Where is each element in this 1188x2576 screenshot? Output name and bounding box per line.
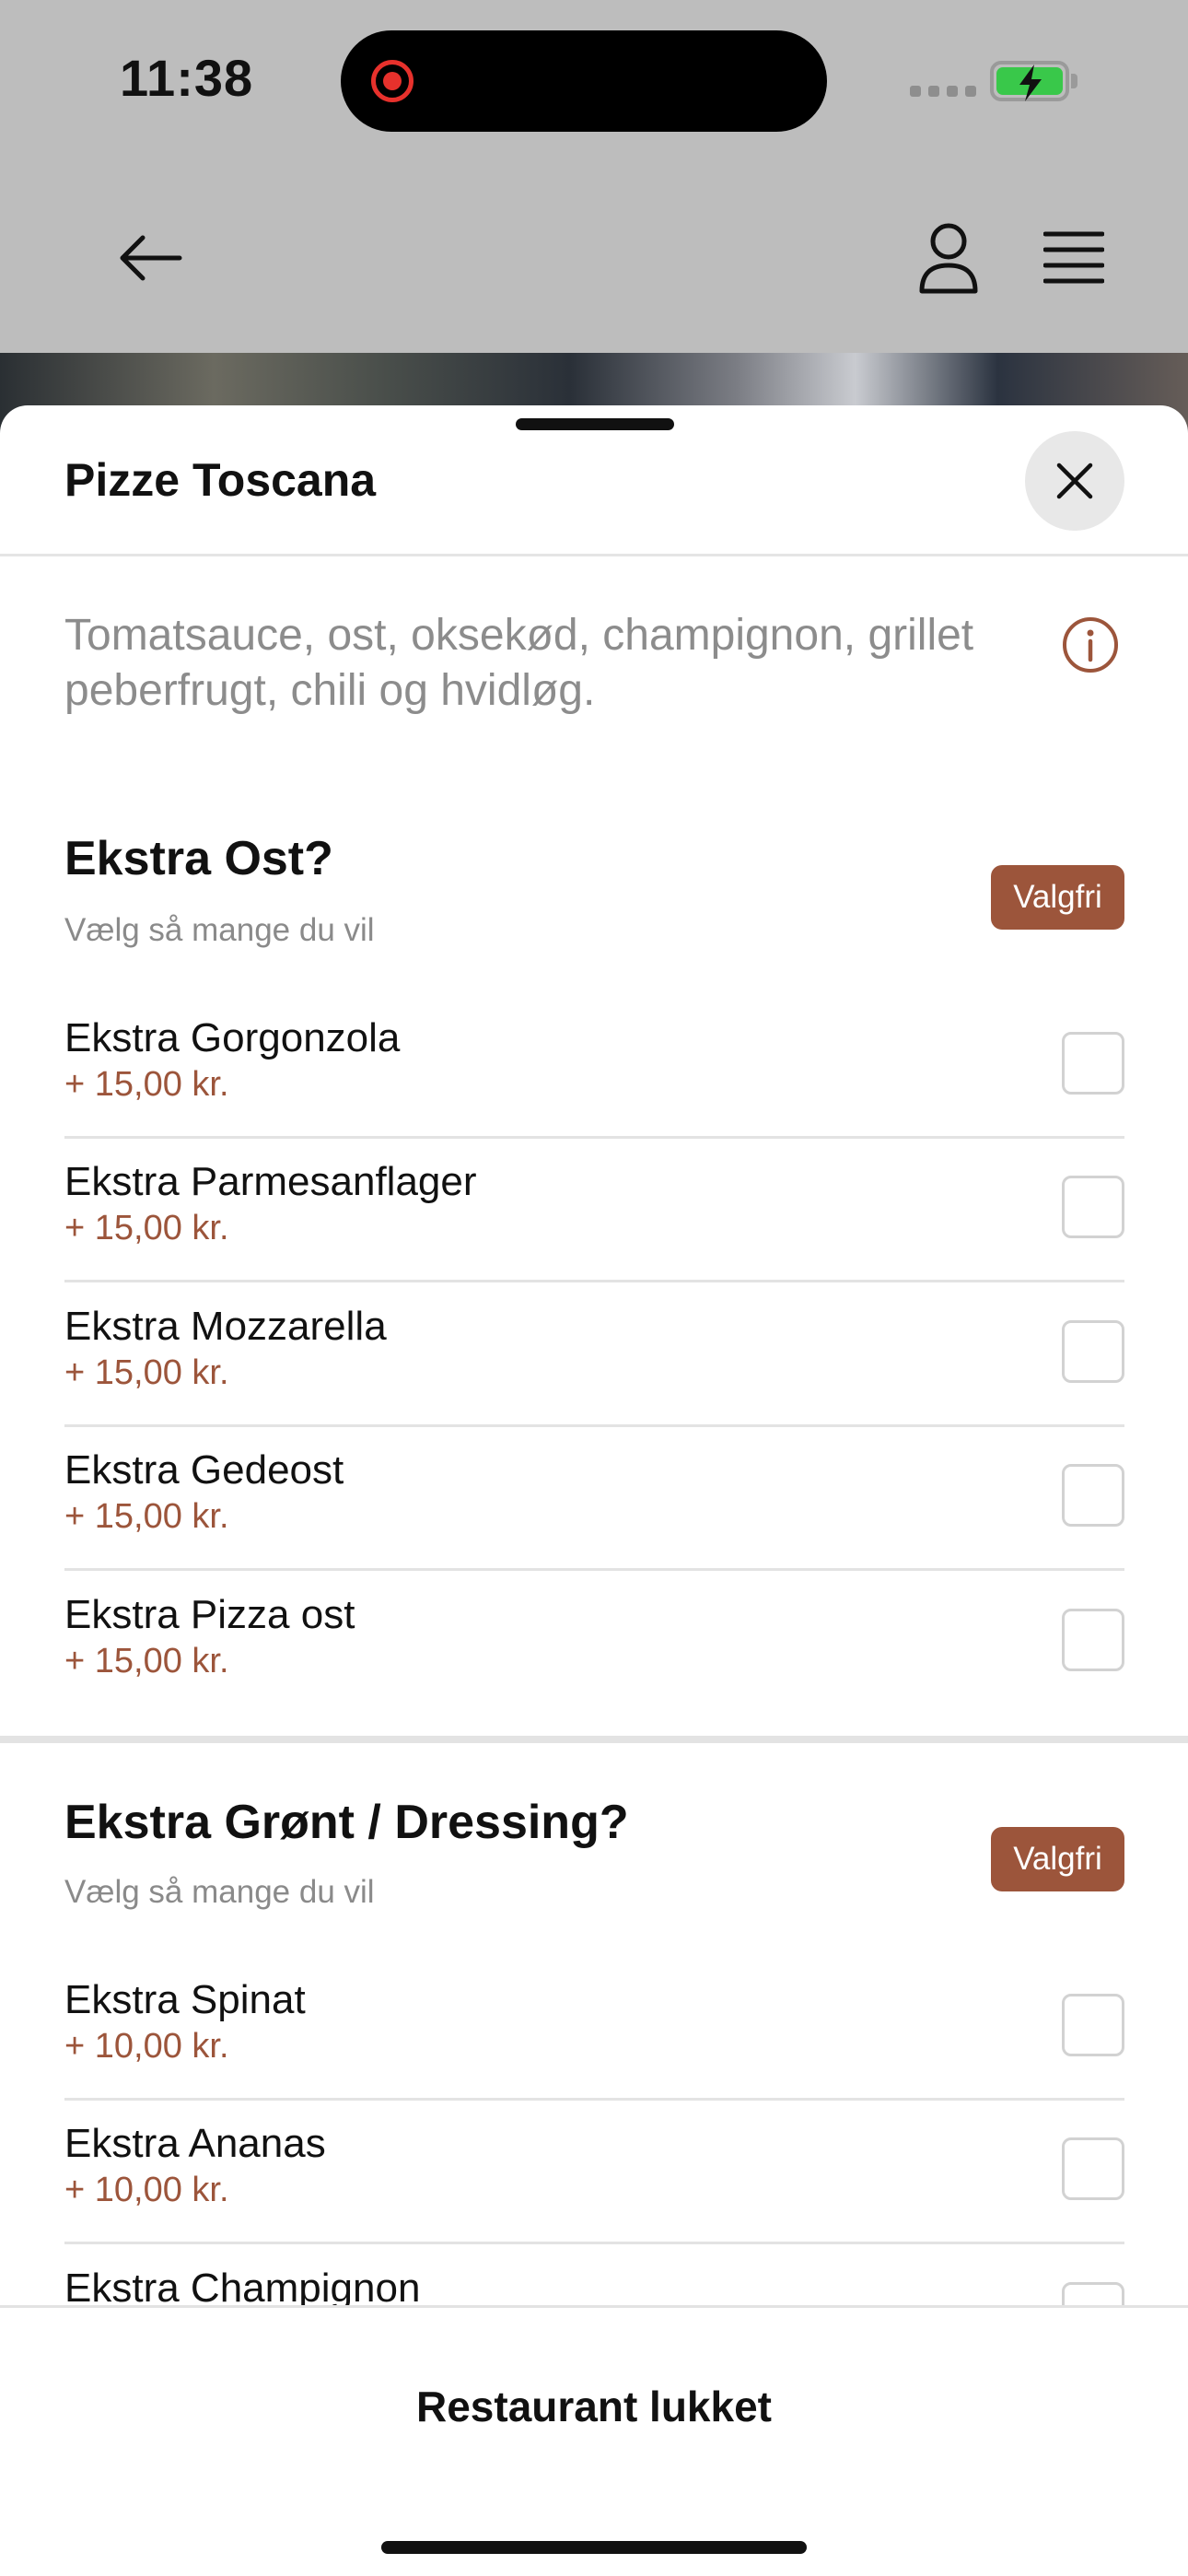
footer-bar: Restaurant lukket xyxy=(0,2305,1188,2576)
option-name: Ekstra Ananas xyxy=(64,2121,326,2166)
option-name: Ekstra Gorgonzola xyxy=(64,1015,401,1060)
battery-cap xyxy=(1071,74,1077,88)
product-description: Tomatsauce, ost, oksekød, champignon, gr… xyxy=(64,611,974,715)
option-checkbox[interactable] xyxy=(1062,1032,1124,1095)
section-subtitle: Vælg så mange du vil xyxy=(64,1874,375,1910)
option-checkbox[interactable] xyxy=(1062,2137,1124,2200)
option-price: + 10,00 kr. xyxy=(64,2027,229,2066)
status-time: 11:38 xyxy=(120,49,254,107)
option-name: Ekstra Spinat xyxy=(64,1977,306,2022)
option-checkbox[interactable] xyxy=(1062,1176,1124,1238)
optional-badge: Valgfri xyxy=(991,865,1124,930)
option-name: Ekstra Pizza ost xyxy=(64,1592,355,1637)
optional-badge: Valgfri xyxy=(991,1827,1124,1891)
option-checkbox[interactable] xyxy=(1062,1609,1124,1671)
home-indicator[interactable] xyxy=(381,2541,807,2554)
signal-icon xyxy=(910,86,976,97)
top-navigation xyxy=(0,184,1188,350)
option-name: Ekstra Gedeost xyxy=(64,1447,344,1493)
option-row[interactable]: Ekstra Mozzarella + 15,00 kr. xyxy=(64,1283,1124,1427)
section-title-ekstra-groent: Ekstra Grønt / Dressing? xyxy=(64,1796,629,1849)
section-divider xyxy=(0,1736,1188,1743)
product-options-sheet: Pizze Toscana Tomatsauce, ost, oksekød, … xyxy=(0,405,1188,2576)
sheet-header: Pizze Toscana xyxy=(0,405,1188,556)
recording-indicator-icon xyxy=(371,60,413,102)
status-bar: 11:38 xyxy=(0,0,1188,166)
option-name: Ekstra Parmesanflager xyxy=(64,1159,477,1204)
option-checkbox[interactable] xyxy=(1062,1320,1124,1383)
user-account-icon[interactable] xyxy=(916,221,981,299)
close-button[interactable] xyxy=(1025,431,1124,531)
section-title-ekstra-ost: Ekstra Ost? xyxy=(64,832,333,885)
option-row[interactable]: Ekstra Gorgonzola + 15,00 kr. xyxy=(64,995,1124,1139)
close-icon xyxy=(1056,463,1093,499)
dynamic-island xyxy=(341,30,827,132)
option-row[interactable]: Ekstra Ananas + 10,00 kr. xyxy=(64,2101,1124,2244)
battery-icon xyxy=(990,61,1069,101)
option-price: + 10,00 kr. xyxy=(64,2171,229,2209)
sheet-grabber[interactable] xyxy=(516,418,674,430)
back-arrow-icon[interactable] xyxy=(115,230,183,290)
option-checkbox[interactable] xyxy=(1062,1464,1124,1527)
option-price: + 15,00 kr. xyxy=(64,1065,229,1104)
option-name: Ekstra Mozzarella xyxy=(64,1304,387,1349)
restaurant-closed-label: Restaurant lukket xyxy=(415,2383,772,2430)
product-title: Pizze Toscana xyxy=(64,454,377,506)
option-price: + 15,00 kr. xyxy=(64,1642,229,1680)
section-subtitle: Vælg så mange du vil xyxy=(64,912,375,948)
option-price: + 15,00 kr. xyxy=(64,1497,229,1536)
info-icon[interactable] xyxy=(1061,615,1120,679)
option-row[interactable]: Ekstra Pizza ost + 15,00 kr. xyxy=(64,1572,1124,1715)
hamburger-menu-icon[interactable] xyxy=(1042,230,1105,290)
option-row[interactable]: Ekstra Gedeost + 15,00 kr. xyxy=(64,1427,1124,1571)
option-price: + 15,00 kr. xyxy=(64,1353,229,1392)
option-row[interactable]: Ekstra Parmesanflager + 15,00 kr. xyxy=(64,1139,1124,1282)
option-row[interactable]: Ekstra Spinat + 10,00 kr. xyxy=(64,1957,1124,2101)
option-checkbox[interactable] xyxy=(1062,1994,1124,2056)
option-price: + 15,00 kr. xyxy=(64,1209,229,1247)
